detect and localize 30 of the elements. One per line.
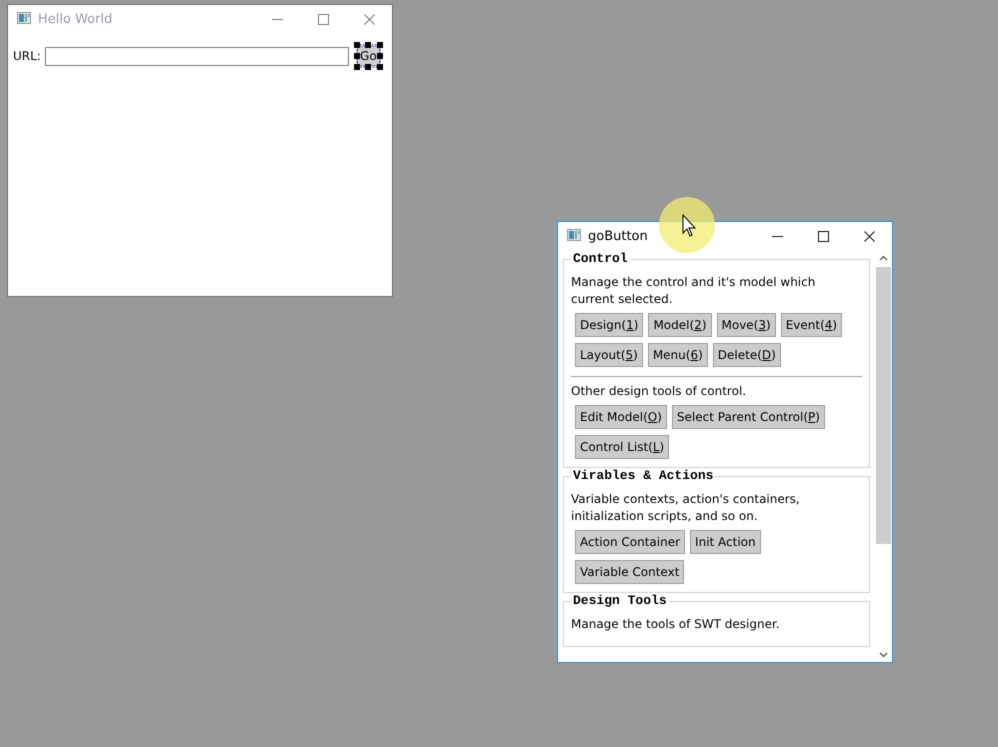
action-button[interactable]: Action Container [575, 530, 686, 554]
action-button[interactable]: Move(3) [716, 313, 776, 337]
description-text: Variable contexts, action's containers, initialization scripts, and so on. [571, 491, 801, 525]
window-title: Hello World [38, 12, 114, 27]
selection-handles[interactable] [354, 42, 383, 70]
action-button[interactable]: Init Action [690, 530, 761, 554]
description-text: Other design tools of control. [571, 383, 748, 400]
action-button[interactable]: Model(2) [648, 313, 712, 337]
action-button[interactable]: Layout(5) [575, 343, 643, 367]
window-title: goButton [588, 229, 649, 244]
action-button[interactable]: Event(4) [780, 313, 842, 337]
action-button[interactable]: Variable Context [575, 560, 684, 584]
scroll-up-icon[interactable] [879, 255, 888, 261]
url-label: URL: [13, 49, 41, 63]
description-text: Manage the control and it's model which current selected. [571, 274, 816, 308]
action-button[interactable]: Design(1) [575, 313, 644, 337]
scrollbar-thumb[interactable] [876, 267, 891, 544]
maximize-icon[interactable] [818, 231, 828, 242]
action-button[interactable]: Select Parent Control(P) [672, 405, 825, 429]
description-text: Manage the tools of SWT designer. [571, 616, 781, 633]
action-button[interactable]: Menu(6) [648, 343, 708, 367]
close-icon[interactable] [864, 231, 874, 242]
app-icon [17, 12, 31, 24]
group-title: Design Tools [571, 593, 669, 608]
url-field[interactable] [44, 46, 349, 66]
app-icon [567, 229, 581, 241]
scroll-down-icon[interactable] [879, 652, 888, 658]
action-button[interactable]: Delete(D) [712, 343, 781, 367]
action-button[interactable]: Control List(L) [575, 435, 670, 459]
action-button[interactable]: Edit Model(O) [575, 405, 667, 429]
